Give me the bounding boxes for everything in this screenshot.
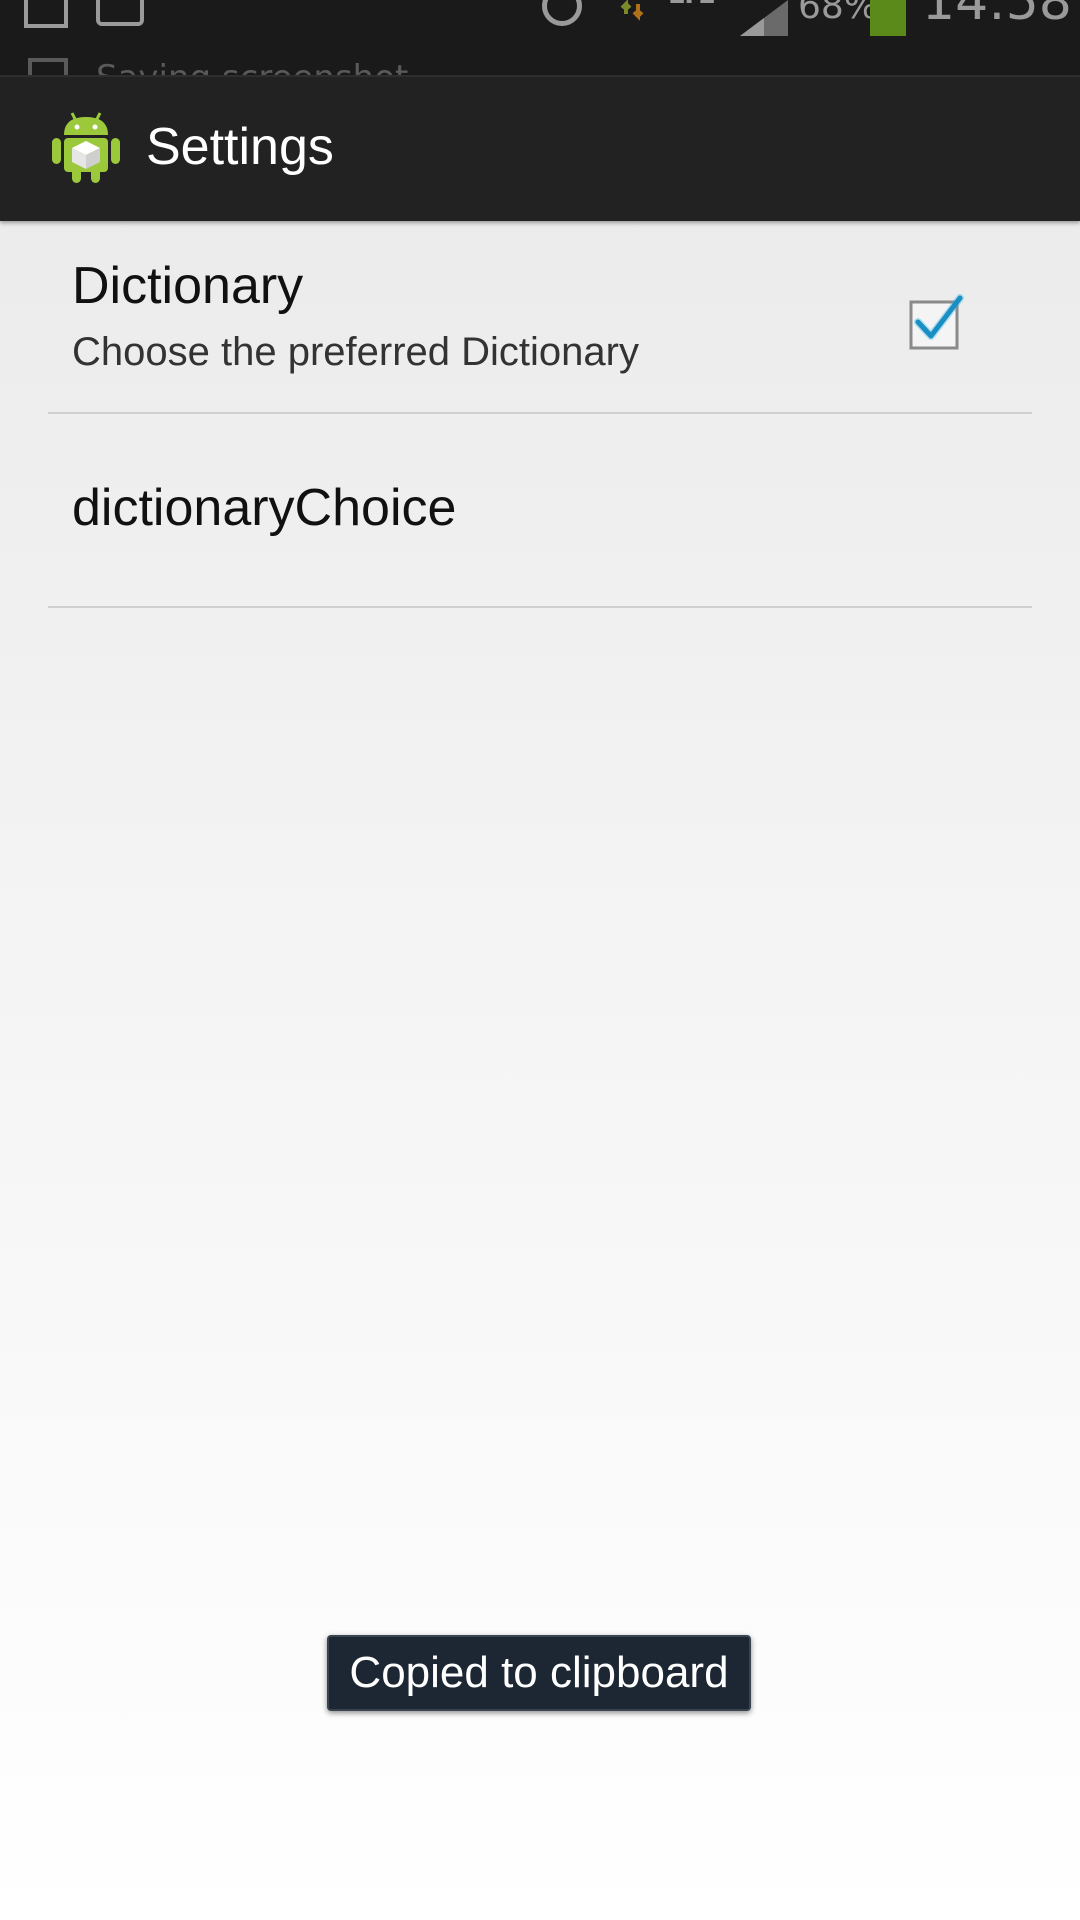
status-time: 14:58 xyxy=(922,0,1072,32)
toast-message: Copied to clipboard xyxy=(327,1635,751,1711)
notification-text: Saving screenshot... xyxy=(96,58,441,75)
android-icon[interactable] xyxy=(50,109,122,185)
page-title: Settings xyxy=(146,118,334,176)
alarm-icon xyxy=(542,0,582,26)
battery-icon xyxy=(870,0,906,36)
voicemail-icon xyxy=(96,0,144,26)
gallery-icon xyxy=(24,0,68,28)
battery-percent: 68% xyxy=(798,0,879,27)
preference-dictionary-choice[interactable]: dictionaryChoice xyxy=(48,414,1032,608)
preference-title: dictionaryChoice xyxy=(72,479,457,537)
signal-icon xyxy=(740,0,788,36)
action-bar: Settings xyxy=(0,75,1080,221)
network-type-label: LTE xyxy=(668,0,716,10)
status-bar: LTE 68% 14:58 Saving screenshot... xyxy=(0,0,1080,75)
wifi-icon xyxy=(620,0,644,21)
screenshot-icon xyxy=(28,58,68,75)
preference-title: Dictionary xyxy=(72,257,304,315)
preference-dictionary[interactable]: Dictionary Choose the preferred Dictiona… xyxy=(48,220,1032,414)
notification-ticker: Saving screenshot... xyxy=(28,58,488,75)
dictionary-checkbox[interactable] xyxy=(904,290,968,354)
preference-summary: Choose the preferred Dictionary xyxy=(72,330,639,374)
